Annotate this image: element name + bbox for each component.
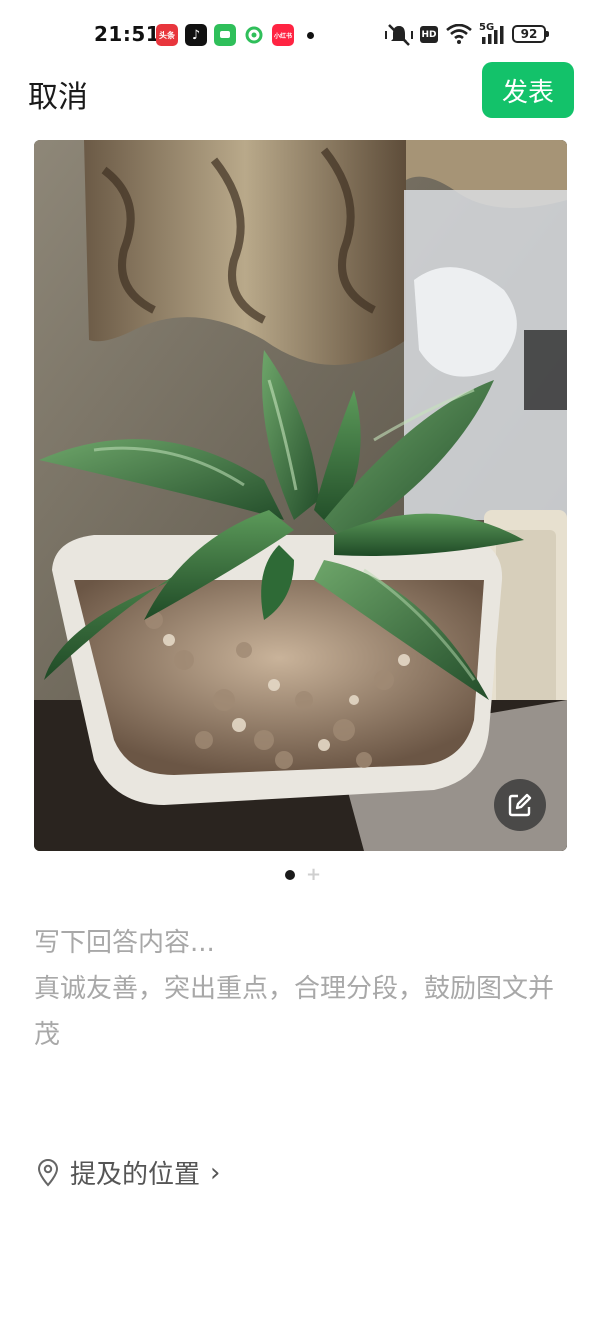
edit-icon <box>508 793 532 817</box>
xiaohongshu-icon: 小红书 <box>272 24 294 46</box>
location-pin-icon <box>37 1158 59 1186</box>
publish-button[interactable]: 发表 <box>482 62 574 118</box>
status-bar: 21:51 头条 ♪ 小红书 HD 5G 92 <box>0 0 600 70</box>
pager-add-indicator[interactable]: + <box>306 866 321 884</box>
signal-icon <box>482 26 504 44</box>
messages-icon <box>214 24 236 46</box>
notification-dot <box>307 32 314 39</box>
answer-input-placeholder[interactable]: 写下回答内容... <box>34 920 574 966</box>
battery-indicator: 92 <box>512 25 549 43</box>
wifi-icon <box>446 24 472 44</box>
cancel-button[interactable]: 取消 <box>28 72 88 116</box>
status-time: 21:51 <box>94 22 161 46</box>
succulent-photo-illustration <box>34 140 567 851</box>
location-label: 提及的位置 <box>70 1160 201 1190</box>
pager-dot-active <box>285 870 295 880</box>
chevron-right-icon: › <box>210 1157 221 1188</box>
edit-photo-button[interactable] <box>494 779 546 831</box>
tiktok-icon: ♪ <box>185 24 207 46</box>
mention-location-button[interactable]: 提及的位置 › <box>36 1154 220 1191</box>
clover-app-icon <box>243 24 265 46</box>
answer-input-hint: 真诚友善，突出重点，合理分段，鼓励图文并茂 <box>34 974 555 1050</box>
attached-photo[interactable] <box>34 140 567 851</box>
hd-icon: HD <box>420 26 438 43</box>
toutiao-icon: 头条 <box>156 24 178 46</box>
mute-vibrate-icon <box>385 24 413 46</box>
